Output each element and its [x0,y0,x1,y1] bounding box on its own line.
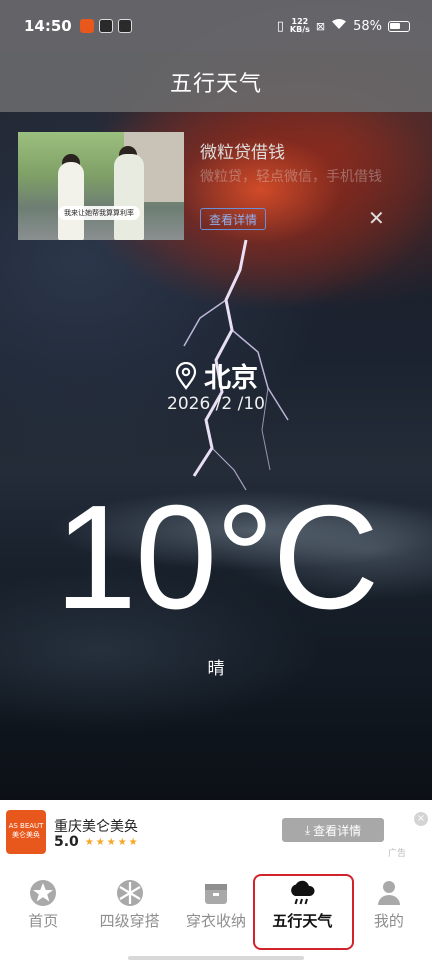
no-sim-icon: ⊠ [315,19,326,33]
snowflake-sun-icon [115,878,145,908]
bottom-tab-bar: 首页 四级穿搭 穿衣收纳 五行天气 我的 [0,864,432,964]
wardrobe-box-icon [201,878,231,908]
ad-title: 微粒贷借钱 [200,143,285,163]
bottom-ad-banner[interactable]: AS BEAUT 美仑美奂 重庆美仑美奂 5.0 ★★★★★ ⤓ 查看详情 × 广… [0,800,432,864]
star-badge-icon [28,878,58,908]
tab-outfit[interactable]: 四级穿搭 [86,878,172,964]
advertiser-logo[interactable]: AS BEAUT 美仑美奂 [6,810,46,854]
close-icon[interactable]: ✕ [368,208,385,228]
notification-app-icon [98,19,113,33]
ad-view-details-button[interactable]: 查看详情 [200,208,266,230]
location-pin-icon [175,361,197,390]
ad-label: 广告 [388,849,407,859]
tab-profile[interactable]: 我的 [346,878,432,964]
network-speed: 122 KB/s [289,17,310,34]
status-bar: 14:50 ▯ 122 KB/s ⊠ 58% [0,0,432,52]
battery-percent: 58% [353,18,382,34]
city-name: 北京 [204,363,258,394]
battery-icon [388,20,410,32]
weather-date: 2026 /2 /10 [167,394,265,414]
ad-thumbnail-caption: 我来让她帮我算算利率 [58,206,140,220]
advertiser-rating: 5.0 ★★★★★ [54,834,140,850]
advertiser-name: 重庆美仑美奂 [54,819,138,835]
weather-condition: 晴 [207,659,225,679]
page-title: 五行天气 [169,72,262,97]
temperature: 10°C [54,475,380,640]
person-icon [374,878,404,908]
wifi-icon [331,18,347,34]
mail-icon [117,19,132,33]
ad-thumbnail-image[interactable]: 我来让她帮我算算利率 [18,132,184,240]
rating-stars: ★★★★★ [84,836,140,848]
tab-wardrobe[interactable]: 穿衣收纳 [173,878,259,964]
tab-weather[interactable]: 五行天气 [253,874,355,964]
bottom-ad-view-details-button[interactable]: ⤓ 查看详情 [282,818,384,842]
ad-subtitle: 微粒贷，轻点微信，手机借钱 [200,169,382,185]
download-icon: ⤓ [304,822,311,837]
home-indicator[interactable] [128,956,304,960]
status-time: 14:50 [24,17,72,35]
notification-app-icon [79,19,94,33]
tab-home[interactable]: 首页 [0,878,86,964]
vibrate-icon: ▯ [276,18,284,34]
top-ad-banner[interactable]: 我来让她帮我算算利率 微粒贷借钱 微粒贷，轻点微信，手机借钱 查看详情 ✕ [18,132,418,242]
rain-cloud-icon [287,878,317,908]
close-icon[interactable]: × [414,812,428,826]
location: 北京 [0,356,432,395]
app-title-bar: 五行天气 [0,52,432,112]
